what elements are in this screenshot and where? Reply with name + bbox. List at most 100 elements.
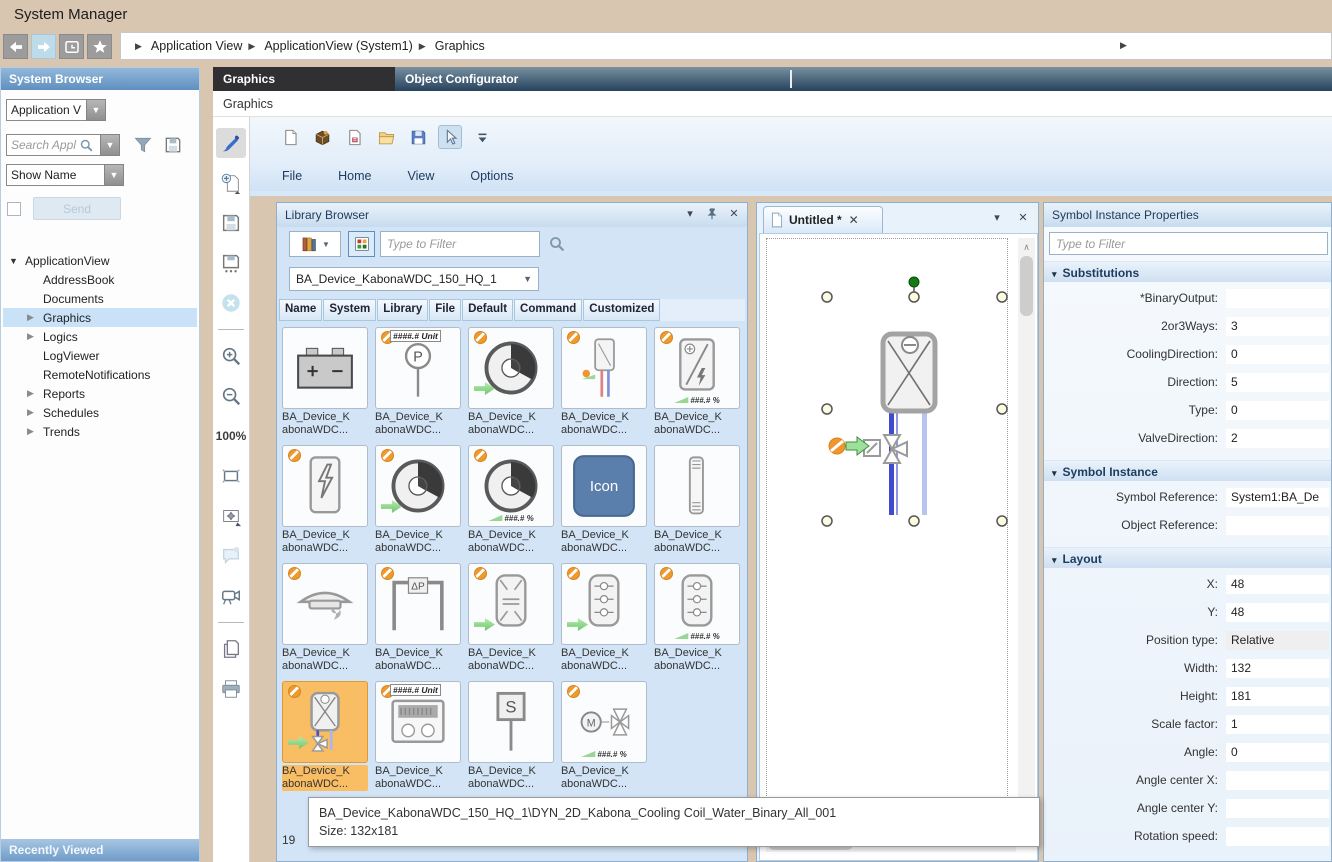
symbol-tile[interactable]: S <box>468 681 554 763</box>
unit-gauge-symbol[interactable]: ####.# Unit P BA_Device_KabonaWDC... <box>373 325 463 443</box>
switch-symbol[interactable]: S BA_Device_KabonaWDC... <box>466 679 556 797</box>
send-checkbox[interactable] <box>7 202 21 216</box>
symbol-tile[interactable] <box>282 327 368 409</box>
property-value-field[interactable]: 2 <box>1226 429 1329 448</box>
pages-button[interactable] <box>216 634 246 664</box>
search-combo[interactable]: Search Appl▼ <box>6 134 120 156</box>
tree-expander-icon[interactable] <box>9 256 25 266</box>
display-mode-selector[interactable]: Show Name▼ <box>6 164 124 186</box>
menu-item[interactable]: File <box>282 169 302 191</box>
collapse-panel-icon[interactable]: ▾ <box>683 207 697 221</box>
tree-item[interactable]: Graphics <box>3 308 197 327</box>
breadcrumb-item[interactable]: ▶ Graphics <box>413 39 485 53</box>
breadcrumb-item[interactable]: ▶ ApplicationView (System1) <box>242 39 412 53</box>
divider[interactable] <box>218 622 244 623</box>
history-button[interactable] <box>59 34 84 59</box>
tree-item[interactable]: Logics <box>3 327 197 346</box>
save-as-button[interactable] <box>216 248 246 278</box>
menu-item[interactable]: View <box>408 169 435 191</box>
chevron-down-icon[interactable]: ▼ <box>100 134 120 156</box>
tree-item[interactable]: Reports <box>3 384 197 403</box>
symbol-tile[interactable] <box>468 563 554 645</box>
tree-expander-icon[interactable] <box>27 426 43 437</box>
vertical-scrollbar[interactable]: ∧ ∨ <box>1018 238 1035 828</box>
symbol-tile[interactable]: ####.# Unit <box>375 681 461 763</box>
room-unit-symbol[interactable]: ####.# Unit BA_Device_KabonaWDC... <box>373 679 463 797</box>
property-value-field[interactable]: 1 <box>1226 715 1329 734</box>
new-document-button[interactable] <box>278 125 302 149</box>
open-library-button[interactable] <box>310 125 334 149</box>
breadcrumb-item[interactable]: ▶ Application View <box>129 39 242 53</box>
cooling-coil-symbol[interactable]: BA_Device_KabonaWDC... <box>280 679 370 797</box>
more-tools-button[interactable] <box>470 125 494 149</box>
section-header[interactable]: Layout <box>1044 547 1331 568</box>
save-search-icon[interactable] <box>163 135 183 155</box>
send-button[interactable]: Send <box>33 197 121 220</box>
canvas-page[interactable] <box>766 238 1008 828</box>
property-value-field[interactable]: 48 <box>1226 575 1329 594</box>
fan-arrow-symbol[interactable]: BA_Device_KabonaWDC... <box>373 443 463 561</box>
symbol-tile[interactable] <box>375 445 461 527</box>
fan-start-symbol[interactable]: BA_Device_KabonaWDC... <box>466 325 556 443</box>
tree-expander-icon[interactable] <box>27 388 43 399</box>
property-value-field[interactable]: System1:BA_De <box>1226 488 1329 507</box>
print-button[interactable] <box>216 674 246 704</box>
symbol-tile[interactable]: ####.# Unit P <box>375 327 461 409</box>
tree-item[interactable]: Trends <box>3 422 197 441</box>
property-value-field[interactable] <box>1226 771 1329 790</box>
icon-tile-symbol[interactable]: Icon BA_Device_KabonaWDC... <box>559 443 649 561</box>
divider[interactable] <box>218 329 244 330</box>
column-header[interactable]: Default <box>462 299 513 321</box>
document-tab[interactable]: Untitled * ✕ <box>763 206 883 233</box>
property-value-field[interactable] <box>1226 516 1329 535</box>
import-document-button[interactable] <box>342 125 366 149</box>
canvas-symbol[interactable] <box>767 239 1009 829</box>
library-source-button[interactable]: ▼ <box>289 231 341 257</box>
humidifier-symbol[interactable]: BA_Device_KabonaWDC... <box>280 443 370 561</box>
symbol-tile[interactable]: M ###.# % <box>561 681 647 763</box>
library-search-button[interactable] <box>543 231 571 257</box>
property-value-field[interactable]: 0 <box>1226 401 1329 420</box>
damper-symbol-c[interactable]: ###.# % BA_Device_KabonaWDC... <box>652 561 742 679</box>
property-value-field[interactable]: 48 <box>1226 603 1329 622</box>
pin-icon[interactable] <box>705 207 719 221</box>
menu-item[interactable]: Home <box>338 169 371 191</box>
symbol-tile[interactable]: ###.# % <box>654 327 740 409</box>
column-header[interactable]: System <box>323 299 376 321</box>
pointer-tool-button[interactable] <box>438 125 462 149</box>
damper-symbol-a[interactable]: BA_Device_KabonaWDC... <box>466 561 556 679</box>
add-page-button[interactable] <box>216 168 246 198</box>
breadcrumb-label[interactable]: Graphics <box>435 39 485 53</box>
scroll-up-icon[interactable]: ∧ <box>1018 238 1035 254</box>
library-dropdown[interactable]: BA_Device_KabonaWDC_150_HQ_1▼ <box>289 267 539 291</box>
view-mode-button[interactable] <box>348 231 375 257</box>
library-filter-input[interactable] <box>380 231 540 257</box>
symbol-tile[interactable] <box>561 563 647 645</box>
chevron-down-icon[interactable]: ▼ <box>86 99 106 121</box>
tree-item[interactable]: LogViewer <box>3 346 197 365</box>
filter-icon[interactable] <box>133 135 153 155</box>
tree-expander-icon[interactable] <box>27 407 43 418</box>
property-value-field[interactable]: 181 <box>1226 687 1329 706</box>
tree-expander-icon[interactable] <box>27 312 43 323</box>
heater-panel-symbol[interactable]: ###.# % BA_Device_KabonaWDC... <box>652 325 742 443</box>
align-view-button[interactable] <box>216 501 246 531</box>
column-header[interactable]: Name <box>279 299 322 321</box>
property-value-field[interactable]: 0 <box>1226 743 1329 762</box>
motor-fan-symbol[interactable]: M ###.# % BA_Device_KabonaWDC... <box>559 679 649 797</box>
save-button[interactable] <box>216 208 246 238</box>
fan-gauge-symbol[interactable]: ###.# % BA_Device_KabonaWDC... <box>466 443 556 561</box>
damper-symbol-b[interactable]: BA_Device_KabonaWDC... <box>559 561 649 679</box>
property-value-field[interactable] <box>1226 799 1329 818</box>
symbol-tile[interactable] <box>282 445 368 527</box>
comment-button[interactable] <box>216 541 246 571</box>
tab-list-icon[interactable]: ▾ <box>990 211 1004 224</box>
zoom-level[interactable]: 100% <box>216 421 246 451</box>
breadcrumb-label[interactable]: ApplicationView (System1) <box>264 39 412 53</box>
properties-filter-input[interactable] <box>1049 232 1328 255</box>
section-header[interactable]: Substitutions <box>1044 261 1331 282</box>
property-value-field[interactable]: Relative <box>1226 631 1329 650</box>
property-value-field[interactable]: 3 <box>1226 317 1329 336</box>
symbol-tile[interactable] <box>282 681 368 763</box>
open-file-button[interactable] <box>374 125 398 149</box>
